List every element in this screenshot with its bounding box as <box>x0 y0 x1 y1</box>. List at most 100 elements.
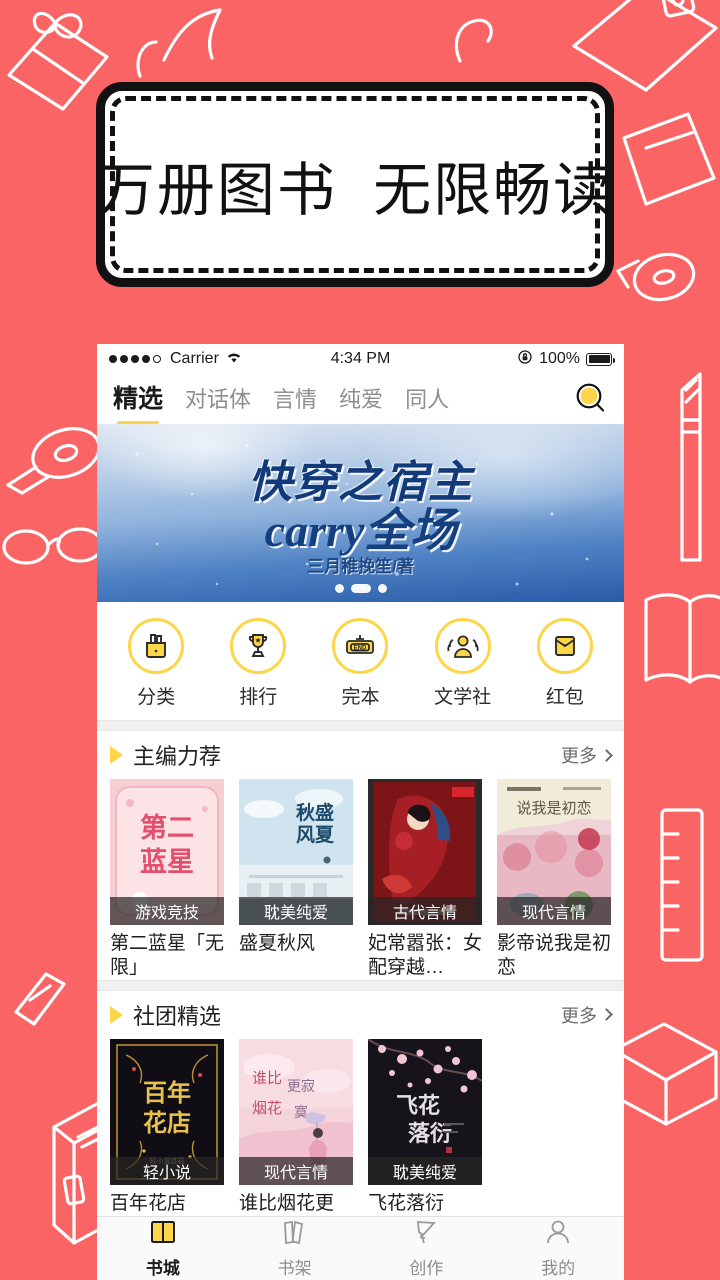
book-badge: 古代言情 <box>368 897 482 925</box>
doodle-tape2-icon <box>616 252 696 302</box>
quick-entry-fenlei[interactable]: 分类 <box>111 617 201 709</box>
bottom-tab-shucheng[interactable]: 书城 <box>97 1217 229 1280</box>
book-cover: 谁比 烟花 更寂 寞 现代言情 <box>239 1038 353 1185</box>
book-badge: 轻小说 <box>110 1156 224 1185</box>
book-badge: 耽美纯爱 <box>368 1156 482 1185</box>
svg-text:谁比: 谁比 <box>252 1070 282 1087</box>
section-more-link[interactable]: 更多 <box>561 1002 613 1028</box>
category-tabs: 精选 对话体 言情 纯爱 同人 <box>113 379 449 425</box>
svg-text:蓝星: 蓝星 <box>140 847 194 877</box>
book-list: 第二 蓝星 游戏竞技 第二蓝星「无限」 秋盛 风夏 耽美纯爱 盛夏秋风 古代言情… <box>110 779 611 980</box>
book-card[interactable]: 第二 蓝星 游戏竞技 第二蓝星「无限」 <box>110 779 224 980</box>
svg-text:END: END <box>354 645 367 651</box>
banner-dot-2-active[interactable] <box>350 584 371 593</box>
svg-text:花店: 花店 <box>143 1110 191 1137</box>
search-icon[interactable] <box>574 382 608 416</box>
section-marker-icon <box>110 746 123 764</box>
doodle-ruler-icon <box>660 808 704 962</box>
doodle-pen-icon <box>680 372 702 562</box>
people-group-icon <box>434 617 491 674</box>
tab-tongren[interactable]: 同人 <box>405 382 449 418</box>
book-card[interactable]: 飞花 落衍 耽美纯爱 飞花落衍 <box>368 1038 482 1216</box>
book-card[interactable]: 说我是初恋 现代言情 影帝说我是初恋 <box>497 779 611 980</box>
book-cover: 百年 花店 轻小说连载 轻小说 <box>110 1038 224 1185</box>
section-header: 主编力荐 更多 <box>110 731 613 779</box>
book-cover: 第二 蓝星 游戏竞技 <box>110 779 224 925</box>
trophy-icon <box>230 617 287 674</box>
book-card[interactable]: 百年 花店 轻小说连载 轻小说 百年花店 <box>110 1038 224 1216</box>
book-badge: 游戏竞技 <box>110 897 224 925</box>
section-title: 主编力荐 <box>133 744 222 769</box>
doodle-notebook-icon <box>162 8 222 62</box>
book-card[interactable]: 谁比 烟花 更寂 寞 现代言情 谁比烟花更 <box>239 1038 353 1216</box>
bottom-tab-wode[interactable]: 我的 <box>492 1217 624 1280</box>
phone-screen: Carrier 4:34 PM 100% 精选 对话体 言情 纯爱 同人 快穿之… <box>97 344 624 1280</box>
red-envelope-icon <box>536 617 593 674</box>
banner-pagination-dots <box>97 584 624 593</box>
quick-entry-wenxueshe[interactable]: 文学社 <box>418 617 508 709</box>
quick-entry-label: 文学社 <box>434 686 492 708</box>
book-card[interactable]: 秋盛 风夏 耽美纯爱 盛夏秋风 <box>239 779 353 980</box>
profile-person-icon <box>544 1219 572 1250</box>
svg-text:更寂: 更寂 <box>287 1079 315 1095</box>
chevron-right-icon <box>600 1008 613 1021</box>
book-cover: 说我是初恋 现代言情 <box>497 779 611 925</box>
quick-entry-paihang[interactable]: 排行 <box>213 617 303 709</box>
headline-text: 万册图书 无限畅读 <box>96 157 614 223</box>
svg-text:烟花: 烟花 <box>252 1100 282 1117</box>
doodle-book-open-icon <box>644 593 720 684</box>
doodle-scissors-icon <box>136 40 158 78</box>
doodle-eraser-icon <box>14 972 66 1026</box>
book-title: 飞花落衍 <box>368 1192 445 1214</box>
tab-chunai[interactable]: 纯爱 <box>339 382 383 418</box>
svg-text:风夏: 风夏 <box>296 824 335 846</box>
quick-entry-label: 排行 <box>239 686 278 708</box>
tab-jingxuan[interactable]: 精选 <box>113 379 163 425</box>
tab-duihuati[interactable]: 对话体 <box>185 382 251 418</box>
quick-entry-row: 分类 排行 END 完本 文学社 红包 <box>97 602 624 720</box>
status-bar: Carrier 4:34 PM 100% <box>97 344 624 374</box>
book-card[interactable]: 古代言情 妃常嚣张：女配穿越… <box>368 779 482 980</box>
book-title: 百年花店 <box>110 1192 187 1214</box>
quick-entry-hongbao[interactable]: 红包 <box>520 617 610 709</box>
chevron-right-icon <box>600 748 613 762</box>
bottom-tab-label: 创作 <box>409 1258 444 1278</box>
bottom-tab-label: 书城 <box>145 1258 180 1278</box>
book-badge: 耽美纯爱 <box>239 897 353 925</box>
book-store-icon <box>149 1219 177 1250</box>
svg-text:第二: 第二 <box>140 812 194 843</box>
banner-subtitle: carry全场 <box>264 505 457 556</box>
book-title: 影帝说我是初恋 <box>497 933 611 978</box>
quick-entry-label: 分类 <box>137 686 176 708</box>
banner-dot-3[interactable] <box>377 584 387 593</box>
doodle-glasses-icon <box>2 527 104 565</box>
svg-text:说我是初恋: 说我是初恋 <box>516 799 591 817</box>
bottom-tab-bar: 书城 书架 创作 我的 <box>97 1216 624 1280</box>
section-marker-icon <box>110 1005 123 1024</box>
bottom-tab-shujia[interactable]: 书架 <box>229 1217 361 1280</box>
bottom-tab-label: 我的 <box>541 1258 576 1278</box>
section-divider <box>97 720 624 731</box>
section-more-link[interactable]: 更多 <box>561 742 613 768</box>
book-title: 盛夏秋风 <box>239 933 316 954</box>
promo-headline-card: 万册图书 无限畅读 <box>96 82 614 287</box>
doodle-clip-icon <box>454 18 493 63</box>
banner-dot-1[interactable] <box>334 584 344 593</box>
promo-banner-carousel[interactable]: 快穿之宿主 carry全场 三月稚挽笙/著 <box>97 424 624 602</box>
bottom-tab-label: 书架 <box>277 1258 312 1278</box>
section-zhubianlijian: 主编力荐 更多 第二 蓝星 游戏竞技 第二蓝星「无限」 秋盛 风夏 耽美纯爱 盛… <box>97 731 624 980</box>
quick-entry-label: 完本 <box>341 686 380 708</box>
more-label: 更多 <box>561 746 597 766</box>
quick-entry-label: 红包 <box>545 686 584 708</box>
book-list: 百年 花店 轻小说连载 轻小说 百年花店 <box>110 1038 611 1216</box>
tab-yanqing[interactable]: 言情 <box>273 382 317 418</box>
quick-entry-wanben[interactable]: END 完本 <box>315 617 405 709</box>
end-sign-icon: END <box>332 617 389 674</box>
book-cover: 飞花 落衍 耽美纯爱 <box>368 1038 482 1185</box>
book-badge: 现代言情 <box>497 897 611 925</box>
banner-author: 三月稚挽笙/著 <box>307 557 414 576</box>
pen-create-icon <box>412 1219 440 1250</box>
book-title: 妃常嚣张：女配穿越… <box>368 933 482 978</box>
status-time: 4:34 PM <box>330 350 391 367</box>
bottom-tab-chuangzuo[interactable]: 创作 <box>361 1217 493 1280</box>
